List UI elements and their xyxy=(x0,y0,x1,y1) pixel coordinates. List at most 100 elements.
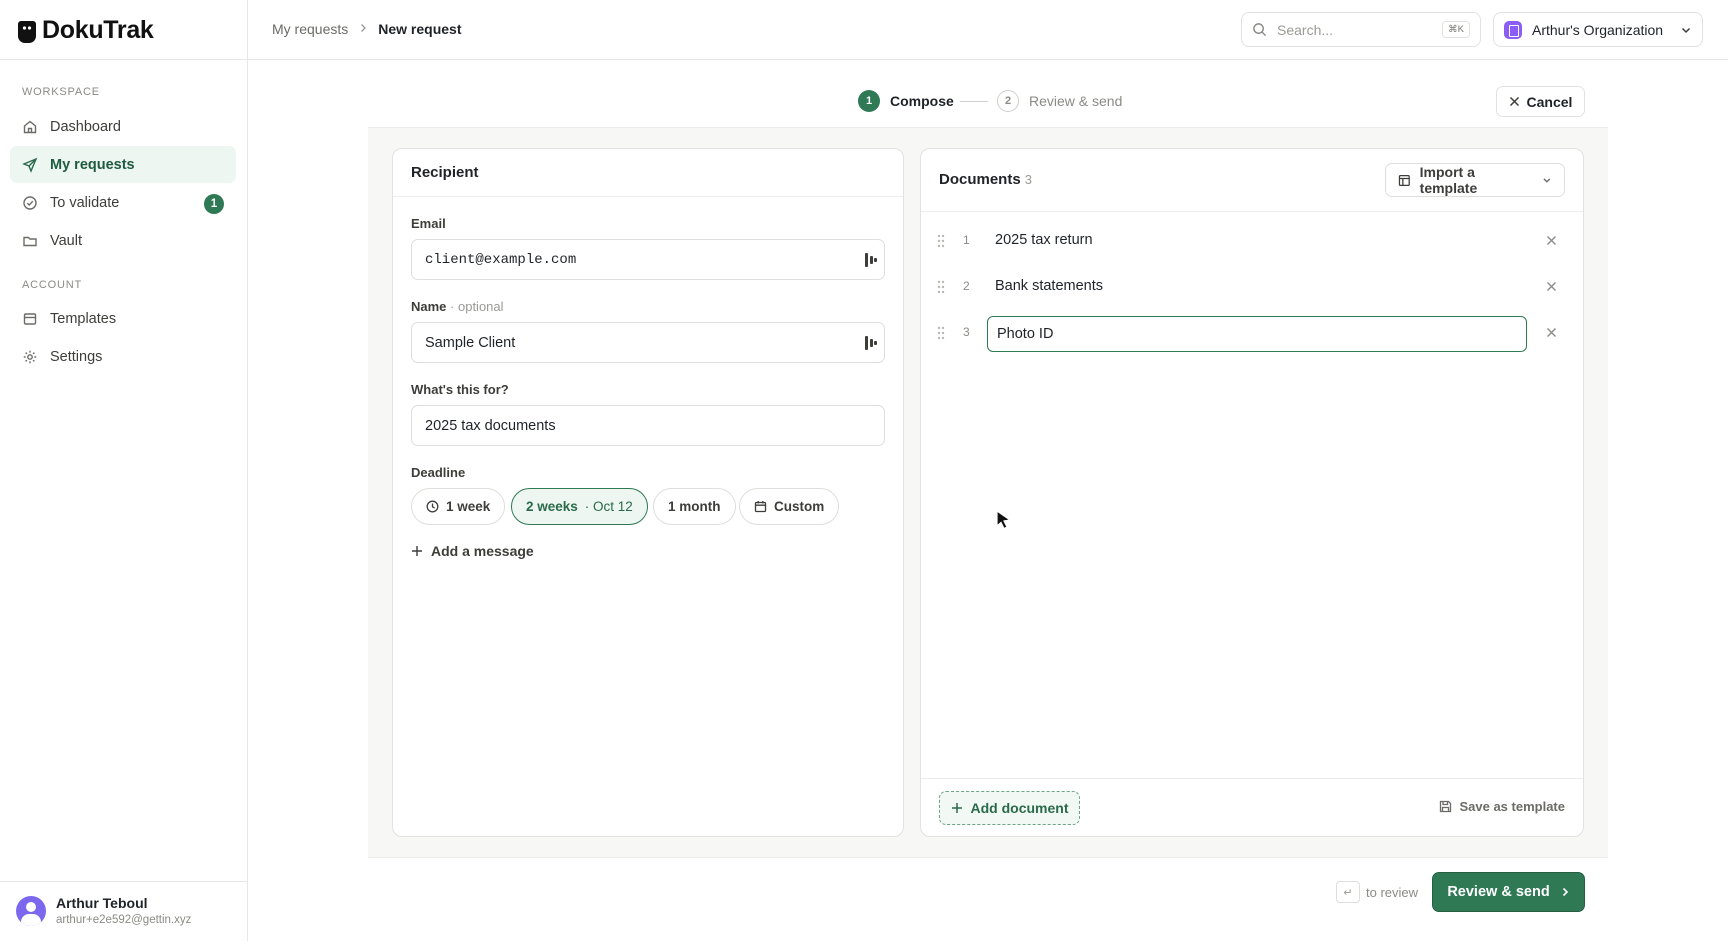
chip-label: 2 weeks xyxy=(526,499,578,514)
chevron-right-icon xyxy=(358,22,368,36)
deadline-chip-1-month[interactable]: 1 month xyxy=(653,488,736,525)
sidebar-item-dashboard[interactable]: Dashboard xyxy=(10,108,236,145)
email-label: Email xyxy=(411,216,446,231)
breadcrumb: My requests New request xyxy=(272,21,462,37)
search-input[interactable]: Search... ⌘K xyxy=(1241,12,1481,47)
email-field[interactable]: client@example.com xyxy=(411,239,885,280)
add-message-button[interactable]: Add a message xyxy=(411,543,534,559)
purpose-value: 2025 tax documents xyxy=(425,417,556,434)
document-row[interactable]: 3 Photo ID xyxy=(921,314,1583,352)
name-label: Name · optional xyxy=(411,299,504,314)
add-message-label: Add a message xyxy=(431,543,534,559)
card-footer: Add document Save as template xyxy=(921,778,1583,836)
sidebar-item-templates[interactable]: Templates xyxy=(10,300,236,337)
app-name: DokuTrak xyxy=(42,16,154,44)
step-connector xyxy=(960,101,988,102)
chip-label: 1 week xyxy=(446,499,491,514)
document-row[interactable]: 1 2025 tax return xyxy=(921,222,1583,260)
drag-handle-icon[interactable] xyxy=(937,280,945,294)
document-name-value: Photo ID xyxy=(997,326,1054,342)
breadcrumb-link-my-requests[interactable]: My requests xyxy=(272,21,348,37)
password-manager-icon[interactable] xyxy=(864,252,878,268)
deadline-chip-1-week[interactable]: 1 week xyxy=(411,488,506,525)
template-icon xyxy=(23,312,37,325)
remove-icon[interactable] xyxy=(1546,235,1557,246)
primary-label: Review & send xyxy=(1447,884,1550,900)
app-logo[interactable]: DokuTrak xyxy=(18,16,154,45)
org-name: Arthur's Organization xyxy=(1532,21,1664,38)
drag-handle-icon[interactable] xyxy=(937,326,945,340)
step-number: 2 xyxy=(997,90,1019,112)
org-switcher[interactable]: Arthur's Organization xyxy=(1493,12,1703,47)
email-value: client@example.com xyxy=(425,251,577,268)
add-document-button[interactable]: Add document xyxy=(939,791,1080,825)
avatar xyxy=(16,896,46,926)
cancel-button[interactable]: Cancel xyxy=(1496,86,1585,117)
card-header: Recipient xyxy=(393,149,903,197)
deadline-chip-custom[interactable]: Custom xyxy=(739,488,840,525)
search-placeholder: Search... xyxy=(1277,21,1334,38)
account-section-label: ACCOUNT xyxy=(22,279,82,291)
save-as-template-button[interactable]: Save as template xyxy=(1439,799,1565,814)
cancel-label: Cancel xyxy=(1526,93,1573,110)
stepper-bar xyxy=(368,76,1608,128)
mouse-cursor-icon xyxy=(996,509,1012,530)
sidebar-item-settings[interactable]: Settings xyxy=(10,338,236,375)
document-row[interactable]: 2 Bank statements xyxy=(921,268,1583,306)
save-template-label: Save as template xyxy=(1459,799,1565,814)
import-template-button[interactable]: Import a template xyxy=(1385,163,1565,197)
deadline-label: Deadline xyxy=(411,465,466,480)
optional-hint: · optional xyxy=(450,299,504,314)
password-manager-icon[interactable] xyxy=(864,335,878,351)
sidebar-item-label: Vault xyxy=(50,232,82,249)
recipient-card: Recipient Email client@example.com Name … xyxy=(392,148,904,837)
org-icon xyxy=(1504,20,1522,39)
step-review[interactable]: 2 Review & send xyxy=(997,90,1122,112)
deadline-chip-2-weeks[interactable]: 2 weeks · Oct 12 xyxy=(511,488,648,525)
clock-icon xyxy=(426,500,439,513)
remove-icon[interactable] xyxy=(1546,281,1557,292)
document-name-input[interactable]: Photo ID xyxy=(987,316,1527,352)
home-icon xyxy=(23,120,37,133)
gear-icon xyxy=(23,350,37,363)
drag-handle-icon[interactable] xyxy=(937,234,945,248)
remove-icon[interactable] xyxy=(1546,327,1557,338)
step-compose[interactable]: 1 Compose xyxy=(858,90,954,112)
document-name[interactable]: Bank statements xyxy=(995,278,1103,294)
close-icon xyxy=(1509,96,1519,107)
sidebar-item-label: Settings xyxy=(50,348,103,365)
sidebar-item-to-validate[interactable]: To validate 1 xyxy=(10,184,236,221)
deadline-options: 1 week 2 weeks · Oct 12 1 month Custom xyxy=(411,488,885,526)
document-name[interactable]: 2025 tax return xyxy=(995,232,1093,248)
folder-icon xyxy=(23,236,37,246)
sidebar-divider xyxy=(0,59,248,60)
sidebar-item-my-requests[interactable]: My requests xyxy=(10,146,236,183)
sidebar-item-vault[interactable]: Vault xyxy=(10,222,236,259)
workspace-section-label: WORKSPACE xyxy=(22,86,100,98)
user-email: arthur+e2e592@gettin.xyz xyxy=(56,914,192,926)
chip-label: Custom xyxy=(774,499,825,514)
documents-count: 3 xyxy=(1024,172,1032,187)
review-and-send-button[interactable]: Review & send xyxy=(1432,872,1585,912)
card-title: Documents 3 xyxy=(939,171,1032,188)
sidebar: DokuTrak WORKSPACE Dashboard My requests… xyxy=(0,0,248,941)
user-menu[interactable]: Arthur Teboul arthur+e2e592@gettin.xyz xyxy=(0,881,248,941)
logo-mark-icon xyxy=(18,20,36,43)
documents-card: Documents 3 Import a template 1 2025 tax … xyxy=(920,148,1584,837)
topbar: My requests New request Search... ⌘K Art… xyxy=(248,0,1728,60)
name-label-text: Name xyxy=(411,299,447,314)
search-icon xyxy=(1253,23,1267,37)
save-icon xyxy=(1440,800,1452,813)
card-title: Recipient xyxy=(411,164,479,181)
purpose-field[interactable]: 2025 tax documents xyxy=(411,405,885,446)
document-number: 1 xyxy=(963,233,970,247)
keyboard-hint: ↵ to review xyxy=(1336,881,1418,903)
search-shortcut: ⌘K xyxy=(1442,21,1470,38)
hint-label: to review xyxy=(1366,884,1419,900)
plus-icon xyxy=(412,546,422,556)
card-header: Documents 3 Import a template xyxy=(921,149,1583,212)
step-number: 1 xyxy=(858,90,880,112)
chip-date: · Oct 12 xyxy=(584,499,633,514)
document-number: 3 xyxy=(963,325,970,339)
name-field[interactable]: Sample Client xyxy=(411,322,885,363)
